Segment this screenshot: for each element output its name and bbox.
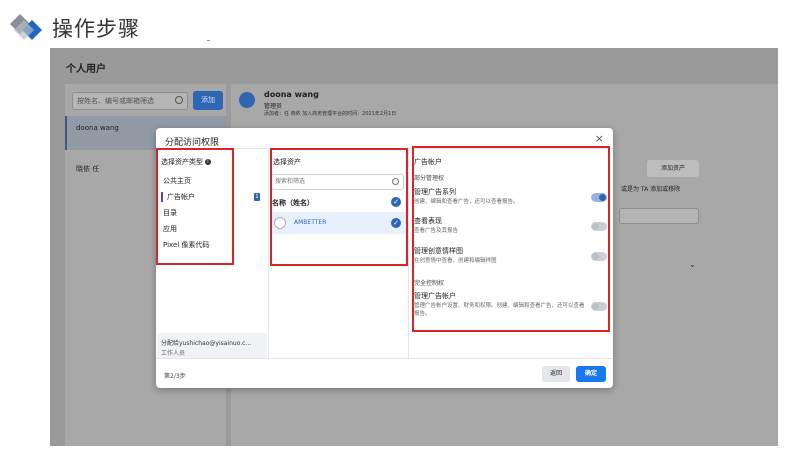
- add-assets-label: 添加资产: [660, 165, 685, 172]
- add-assets-button[interactable]: 添加资产: [647, 160, 699, 177]
- page-title: 个人用户: [66, 64, 106, 75]
- user-name: doona wang: [76, 124, 119, 132]
- remove-hint: 或是为 TA 添加或移除: [621, 186, 681, 193]
- assignee-email: 分配给yushichao@yisainuo.c...: [161, 340, 252, 347]
- avatar: [239, 92, 255, 108]
- slide-header: 操作步骤: [0, 0, 800, 48]
- assign-access-modal: 分配访问权限 × 选择资产类型 i 公共主页 广告帐户 1 目录 应用 Pixel…: [156, 128, 613, 388]
- user-name: doona wang: [264, 90, 319, 99]
- count-badge: 1: [254, 193, 260, 201]
- logo-icon: [10, 14, 42, 40]
- modal-title: 分配访问权限: [165, 138, 220, 148]
- highlight-box: [412, 146, 610, 332]
- assignee-role: 工作人员: [161, 350, 186, 357]
- confirm-button[interactable]: 确定: [576, 366, 606, 382]
- step-indicator: 第2/3步: [164, 373, 186, 380]
- highlight-box: [156, 148, 234, 265]
- search-placeholder: 按姓名、编号或邮箱筛选: [77, 97, 154, 105]
- close-icon[interactable]: ×: [595, 132, 604, 145]
- search-icon: [175, 96, 183, 104]
- slide-title: 操作步骤: [52, 17, 140, 41]
- divider: [207, 40, 210, 41]
- asset-search-input[interactable]: [619, 208, 699, 224]
- chevron-down-icon[interactable]: ⌄: [689, 260, 696, 269]
- back-button[interactable]: 返回: [542, 366, 570, 382]
- user-role: 管理员: [264, 103, 283, 110]
- user-search-input[interactable]: 按姓名、编号或邮箱筛选: [72, 92, 188, 110]
- divider: [408, 148, 409, 358]
- add-user-button[interactable]: 添加: [193, 91, 223, 110]
- user-meta: 添加者：任 晓依 加入商务管理平台的时间：2021年2月1日: [264, 111, 397, 117]
- divider: [156, 358, 613, 359]
- highlight-box: [270, 148, 408, 266]
- slide: 操作步骤 个人用户 按姓名、编号或邮箱筛选 添加 doona wang 晓依 任…: [0, 0, 800, 451]
- list-item[interactable]: 晓依 任: [76, 164, 99, 174]
- divider: [268, 148, 269, 358]
